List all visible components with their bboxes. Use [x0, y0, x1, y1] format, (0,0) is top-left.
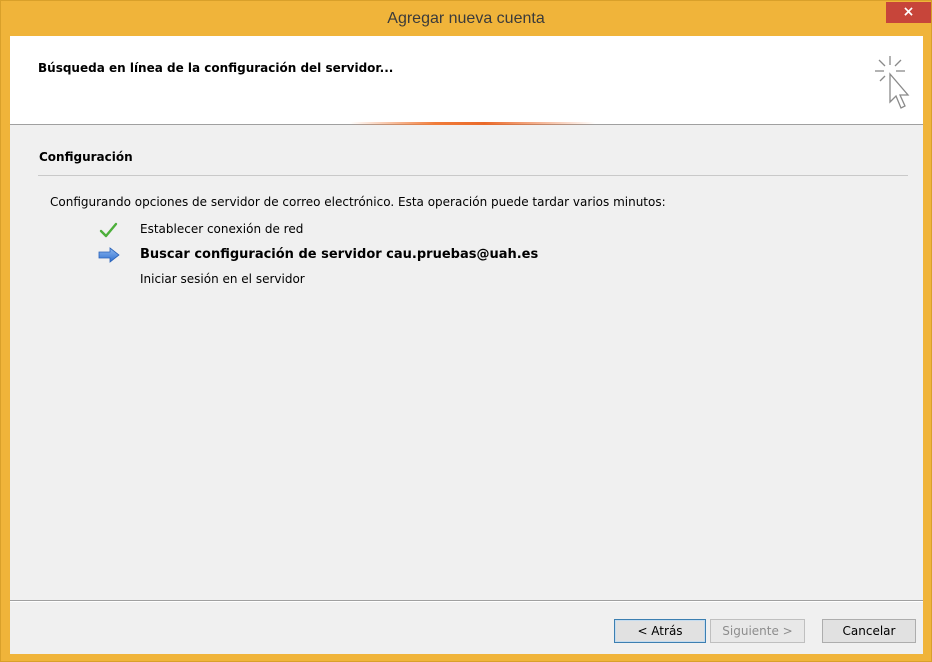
footer-divider	[10, 600, 923, 601]
section-title: Configuración	[39, 150, 133, 164]
header-title: Búsqueda en línea de la configuración de…	[38, 61, 394, 75]
checkmark-icon	[99, 222, 118, 238]
dialog-body: Búsqueda en línea de la configuración de…	[10, 36, 923, 654]
step-label: Iniciar sesión en el servidor	[140, 272, 305, 286]
add-account-dialog: Agregar nueva cuenta × Búsqueda en línea…	[0, 0, 932, 662]
section-divider	[38, 175, 908, 176]
step-label: Establecer conexión de red	[140, 222, 304, 236]
back-button[interactable]: < Atrás	[614, 619, 706, 643]
close-button[interactable]: ×	[886, 2, 931, 23]
arrow-right-icon	[98, 247, 120, 263]
title-bar[interactable]: Agregar nueva cuenta ×	[1, 1, 931, 35]
step-label: Buscar configuración de servidor cau.pru…	[140, 247, 539, 262]
progress-indicator	[350, 122, 595, 125]
window-title: Agregar nueva cuenta	[387, 10, 545, 27]
cancel-button[interactable]: Cancelar	[822, 619, 916, 643]
intro-text: Configurando opciones de servidor de cor…	[50, 195, 666, 209]
next-button[interactable]: Siguiente >	[710, 619, 805, 643]
busy-cursor-icon	[875, 56, 910, 109]
header-panel: Búsqueda en línea de la configuración de…	[10, 36, 923, 125]
